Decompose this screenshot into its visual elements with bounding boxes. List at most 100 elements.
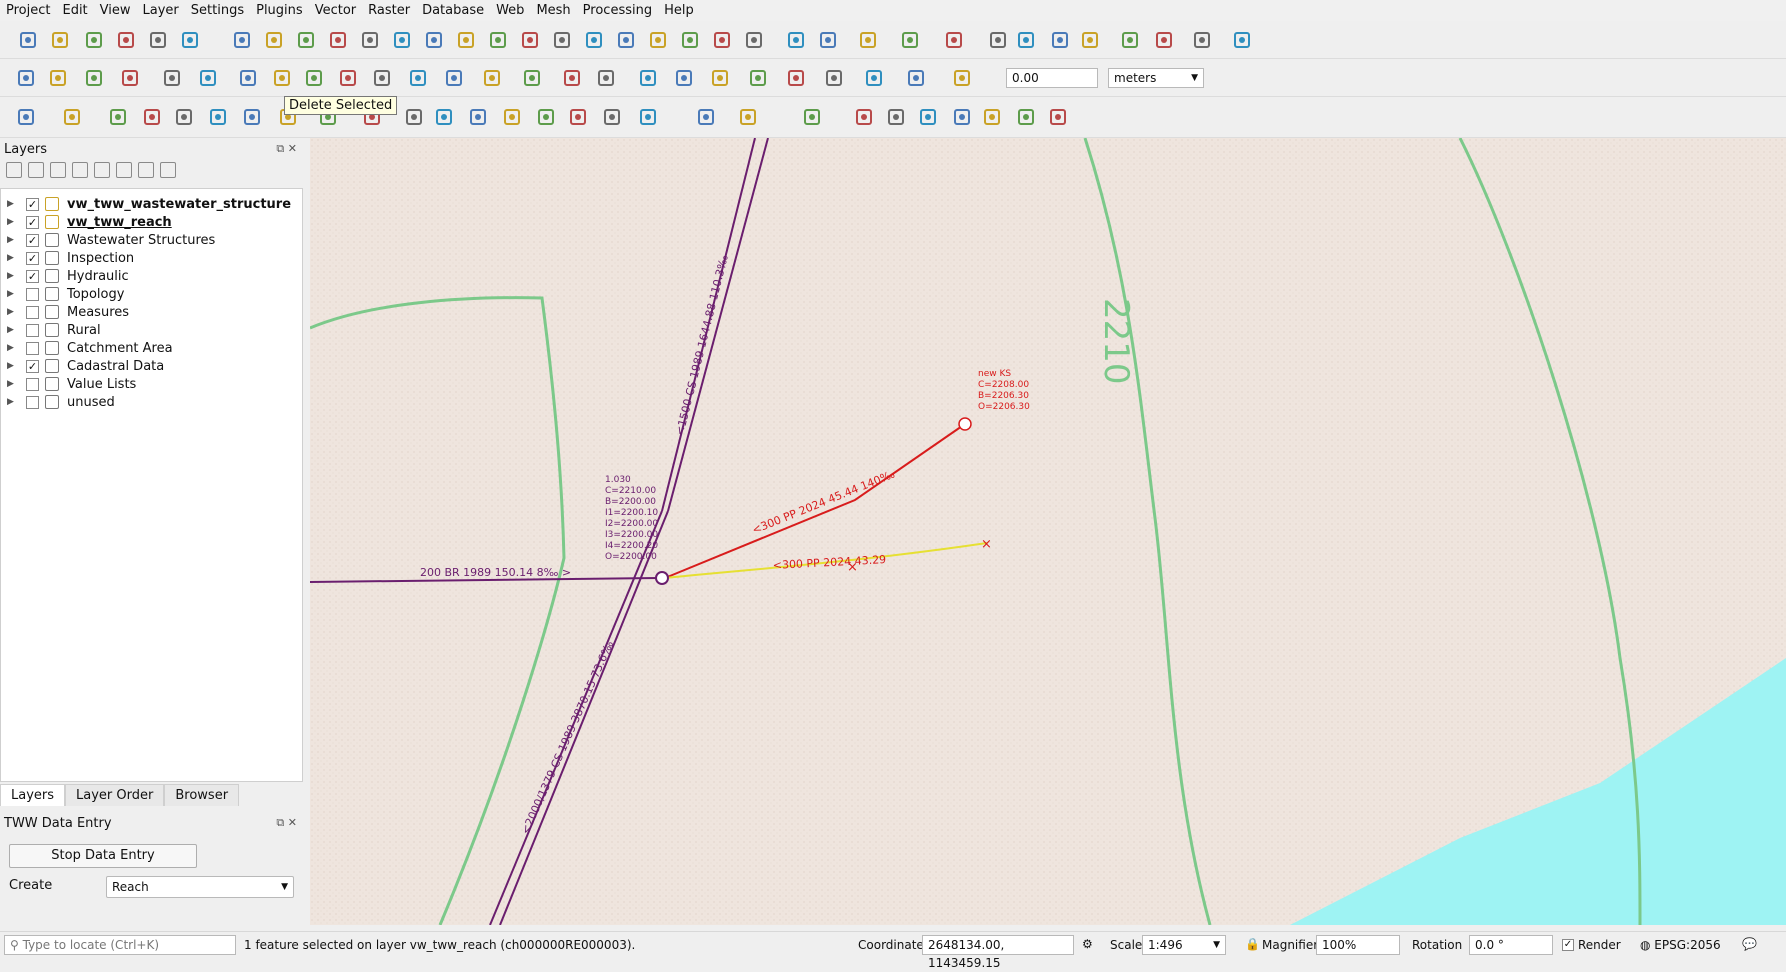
layer-item[interactable]: ▶ Catchment Area <box>1 339 301 357</box>
zoom-last-icon[interactable] <box>486 28 510 52</box>
copy-icon[interactable] <box>336 66 360 90</box>
save-project-icon[interactable] <box>82 28 106 52</box>
edits-icon[interactable] <box>14 66 38 90</box>
rotation-input[interactable]: 0.0 ° <box>1469 935 1553 955</box>
expand-arrow-icon[interactable]: ▶ <box>7 235 17 245</box>
toggle-editing-icon[interactable] <box>46 66 70 90</box>
zoom-to-selection-icon[interactable] <box>390 28 414 52</box>
new-project-icon[interactable] <box>16 28 40 52</box>
tww-data-icon[interactable] <box>980 105 1004 129</box>
help-icon[interactable] <box>784 66 808 90</box>
layer-item[interactable]: ▶ Measures <box>1 303 301 321</box>
coordinate-input[interactable]: 2648134.00, 1143459.15 <box>922 935 1074 970</box>
layer-item[interactable]: ▶ ✓ vw_tww_reach <box>1 213 301 231</box>
collapse-all-icon[interactable] <box>138 162 154 178</box>
reshape-icon[interactable] <box>206 105 230 129</box>
label-icon[interactable] <box>480 66 504 90</box>
toggle-extents-icon[interactable]: ⚙ <box>1082 937 1093 951</box>
menu-view[interactable]: View <box>94 0 137 21</box>
tww-y-icon[interactable] <box>1046 105 1070 129</box>
refresh-icon[interactable] <box>646 28 670 52</box>
layer-item[interactable]: ▶ ✓ Cadastral Data <box>1 357 301 375</box>
label-change-icon[interactable] <box>672 66 696 90</box>
vertex-tool-icon[interactable] <box>160 66 184 90</box>
tracing-icon[interactable] <box>904 66 928 90</box>
identify-icon[interactable] <box>816 28 840 52</box>
pan-icon[interactable] <box>230 28 254 52</box>
zoom-native-icon[interactable] <box>454 28 478 52</box>
zoom-next-icon[interactable] <box>518 28 542 52</box>
render-toggle[interactable]: ✓ Render <box>1562 938 1621 952</box>
tab-layers[interactable]: Layers <box>0 784 66 806</box>
tww-wizard-icon[interactable] <box>884 105 908 129</box>
render-checkbox[interactable]: ✓ <box>1562 939 1574 951</box>
messages-icon[interactable]: 💬 <box>1742 937 1757 951</box>
expand-all-icon[interactable] <box>116 162 132 178</box>
remove-layer-icon[interactable] <box>160 162 176 178</box>
modify-attributes-icon[interactable] <box>236 66 260 90</box>
stop-data-entry-button[interactable]: Stop Data Entry <box>9 844 197 868</box>
statistics-icon[interactable] <box>942 28 966 52</box>
zoom-out-icon[interactable] <box>326 28 350 52</box>
show-bookmarks-icon[interactable] <box>582 28 606 52</box>
select-icon[interactable] <box>678 28 702 52</box>
layer-item[interactable]: ▶ ✓ Hydraulic <box>1 267 301 285</box>
menu-vector[interactable]: Vector <box>309 0 362 21</box>
extra-icon[interactable] <box>1190 28 1214 52</box>
expand-arrow-icon[interactable]: ▶ <box>7 253 17 263</box>
add-group-icon[interactable] <box>28 162 44 178</box>
menu-layer[interactable]: Layer <box>137 0 185 21</box>
measure-icon[interactable] <box>1014 28 1038 52</box>
data-source-icon[interactable] <box>694 105 718 129</box>
label-pin-icon[interactable] <box>520 66 544 90</box>
expand-arrow-icon[interactable]: ▶ <box>7 343 17 353</box>
add-ring-icon[interactable] <box>402 105 426 129</box>
offset-icon[interactable] <box>240 105 264 129</box>
identify-more-icon[interactable] <box>1152 28 1176 52</box>
split-icon[interactable] <box>140 105 164 129</box>
tww-profile-icon[interactable] <box>800 105 824 129</box>
tww-connect-icon[interactable] <box>950 105 974 129</box>
label-rotate-icon[interactable] <box>636 66 660 90</box>
menu-raster[interactable]: Raster <box>362 0 416 21</box>
label-move-icon[interactable] <box>594 66 618 90</box>
layer-checkbox[interactable]: ✓ <box>26 215 39 229</box>
save-edits-icon[interactable] <box>82 66 106 90</box>
layer-checkbox[interactable] <box>26 395 39 409</box>
layer-item[interactable]: ▶ Topology <box>1 285 301 303</box>
close-icon[interactable]: ⧉ ✕ <box>276 816 297 830</box>
create-select[interactable]: Reach ▼ <box>106 876 294 898</box>
print-layout-icon[interactable] <box>146 28 170 52</box>
expand-arrow-icon[interactable]: ▶ <box>7 307 17 317</box>
menu-database[interactable]: Database <box>416 0 490 21</box>
merge-icon[interactable] <box>172 105 196 129</box>
add-part-icon[interactable] <box>432 105 456 129</box>
expand-arrow-icon[interactable]: ▶ <box>7 217 17 227</box>
advanced-digitize-icon[interactable] <box>196 66 220 90</box>
zoom-to-layer-icon[interactable] <box>422 28 446 52</box>
expand-arrow-icon[interactable]: ▶ <box>7 271 17 281</box>
expand-arrow-icon[interactable]: ▶ <box>7 325 17 335</box>
redo-icon[interactable] <box>442 66 466 90</box>
label-show-icon[interactable] <box>560 66 584 90</box>
annotation-icon[interactable] <box>784 28 808 52</box>
filter-icon[interactable] <box>72 162 88 178</box>
layer-checkbox[interactable] <box>26 287 39 301</box>
expand-arrow-icon[interactable]: ▶ <box>7 397 17 407</box>
layer-checkbox[interactable]: ✓ <box>26 233 39 247</box>
open-project-icon[interactable] <box>48 28 72 52</box>
visibility-icon[interactable] <box>50 162 66 178</box>
cut-icon[interactable] <box>302 66 326 90</box>
settings-icon[interactable] <box>898 28 922 52</box>
pan-to-selection-icon[interactable] <box>262 28 286 52</box>
layer-checkbox[interactable]: ✓ <box>26 197 39 211</box>
layer-checkbox[interactable]: ✓ <box>26 359 39 373</box>
map-canvas[interactable]: 2210 × × <1500 CS 1989 1644.88 110.3‰ <2… <box>310 138 1786 925</box>
layer-item[interactable]: ▶ ✓ Wastewater Structures <box>1 231 301 249</box>
style-icon[interactable] <box>6 162 22 178</box>
attribute-table-icon[interactable] <box>856 28 880 52</box>
scale-input[interactable]: 1:496 ▼ <box>1142 935 1226 955</box>
tab-browser[interactable]: Browser <box>164 784 240 806</box>
zoom-in-icon[interactable] <box>294 28 318 52</box>
select-expression-icon[interactable] <box>710 28 734 52</box>
